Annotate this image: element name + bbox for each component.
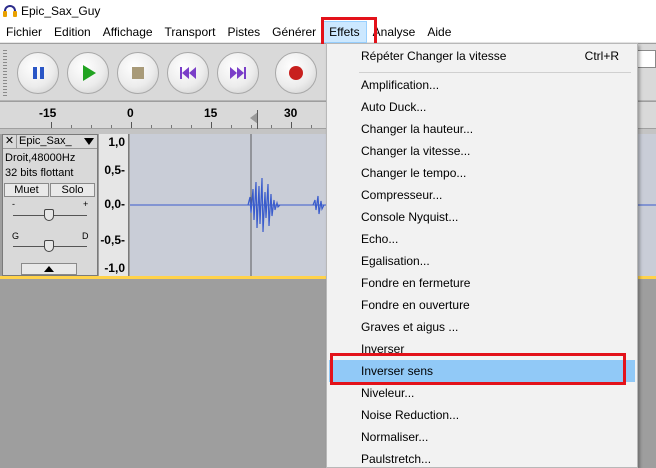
- menu-item-change-speed[interactable]: Changer la vitesse...: [329, 140, 635, 162]
- menu-fichier[interactable]: Fichier: [0, 21, 48, 43]
- menu-item-leveler[interactable]: Niveleur...: [329, 382, 635, 404]
- solo-button[interactable]: Solo: [50, 183, 95, 197]
- track-name-menu[interactable]: Epic_Sax_: [17, 135, 84, 148]
- audacity-headphones-icon: [3, 4, 17, 18]
- track-format: 32 bits flottant: [5, 167, 74, 179]
- menu-item-noise-reduction[interactable]: Noise Reduction...: [329, 404, 635, 426]
- gain-minus-label: -: [12, 199, 15, 209]
- menu-item-amplification[interactable]: Amplification...: [329, 74, 635, 96]
- menu-generer[interactable]: Générer: [266, 21, 322, 43]
- play-icon: [83, 65, 96, 81]
- record-icon: [289, 66, 303, 80]
- menu-aide[interactable]: Aide: [421, 21, 457, 43]
- menu-item-change-tempo[interactable]: Changer le tempo...: [329, 162, 635, 184]
- stop-icon: [132, 67, 144, 79]
- window-title: Epic_Sax_Guy: [21, 3, 101, 18]
- close-track-button[interactable]: ✕: [3, 135, 17, 148]
- menu-affichage[interactable]: Affichage: [97, 21, 159, 43]
- menu-effets[interactable]: Effets: [322, 20, 367, 43]
- amplitude-ruler: 1,0 0,5- 0,0- -0,5- -1,0: [99, 134, 129, 276]
- amplitude-label: -1,0: [104, 261, 125, 275]
- menu-separator: [359, 72, 631, 73]
- menu-item-echo[interactable]: Echo...: [329, 228, 635, 250]
- play-button[interactable]: [67, 52, 109, 94]
- menu-item-compressor[interactable]: Compresseur...: [329, 184, 635, 206]
- skip-to-end-icon: [230, 67, 246, 79]
- menu-item-normalize[interactable]: Normaliser...: [329, 426, 635, 448]
- skip-to-start-button[interactable]: [167, 52, 209, 94]
- track-menu-arrow-icon[interactable]: [84, 138, 94, 145]
- collapse-track-button[interactable]: [21, 263, 77, 275]
- menu-item-invert[interactable]: Inverser: [329, 338, 635, 360]
- amplitude-label: 0,0-: [104, 197, 125, 211]
- pause-button[interactable]: [17, 52, 59, 94]
- menu-edition[interactable]: Edition: [48, 21, 97, 43]
- menu-item-repeat-change-speed[interactable]: Répéter Changer la vitesse Ctrl+R: [329, 45, 635, 67]
- menu-item-change-pitch[interactable]: Changer la hauteur...: [329, 118, 635, 140]
- gain-plus-label: +: [83, 199, 89, 209]
- stop-button[interactable]: [117, 52, 159, 94]
- menu-item-fade-in[interactable]: Fondre en ouverture: [329, 294, 635, 316]
- pan-slider-knob[interactable]: [44, 240, 54, 252]
- record-button[interactable]: [275, 52, 317, 94]
- ruler-label: 15: [204, 106, 218, 120]
- gain-slider-knob[interactable]: [44, 209, 54, 221]
- toolbar-grip[interactable]: [3, 50, 7, 96]
- pan-right-label: D: [82, 231, 89, 241]
- title-bar: Epic_Sax_Guy: [0, 0, 656, 21]
- amplitude-label: -0,5-: [100, 233, 125, 247]
- pause-icon: [32, 67, 44, 79]
- menu-item-reverse[interactable]: Inverser sens: [329, 360, 635, 382]
- track-control-panel: ✕ Epic_Sax_ Droit,48000Hz 32 bits flotta…: [2, 134, 98, 276]
- amplitude-label: 0,5-: [104, 163, 125, 177]
- amplitude-label: 1,0: [108, 135, 125, 149]
- menu-pistes[interactable]: Pistes: [221, 21, 266, 43]
- menu-item-nyquist-console[interactable]: Console Nyquist...: [329, 206, 635, 228]
- menu-item-fade-out[interactable]: Fondre en fermeture: [329, 272, 635, 294]
- menu-item-bass-treble[interactable]: Graves et aigus ...: [329, 316, 635, 338]
- track-rate: Droit,48000Hz: [5, 152, 76, 164]
- ruler-label: 30: [284, 106, 298, 120]
- menu-bar: Fichier Edition Affichage Transport Pist…: [0, 20, 656, 43]
- shortcut-label: Ctrl+R: [584, 49, 619, 63]
- skip-to-start-icon: [180, 67, 196, 79]
- menu-item-equalization[interactable]: Egalisation...: [329, 250, 635, 272]
- play-cursor-line: [257, 110, 258, 129]
- mute-button[interactable]: Muet: [4, 183, 49, 197]
- menu-transport[interactable]: Transport: [159, 21, 222, 43]
- effects-dropdown-menu: Répéter Changer la vitesse Ctrl+R Amplif…: [326, 43, 638, 468]
- menu-item-paulstretch[interactable]: Paulstretch...: [329, 448, 635, 468]
- ruler-label: -15: [39, 106, 57, 120]
- skip-to-end-button[interactable]: [217, 52, 259, 94]
- track-header: ✕ Epic_Sax_: [3, 135, 97, 149]
- menu-item-auto-duck[interactable]: Auto Duck...: [329, 96, 635, 118]
- pan-left-label: G: [12, 231, 20, 241]
- ruler-label: 0: [127, 106, 134, 120]
- collapse-up-icon: [44, 266, 54, 272]
- menu-analyse[interactable]: Analyse: [367, 21, 422, 43]
- menu-item-label: Répéter Changer la vitesse: [361, 49, 507, 63]
